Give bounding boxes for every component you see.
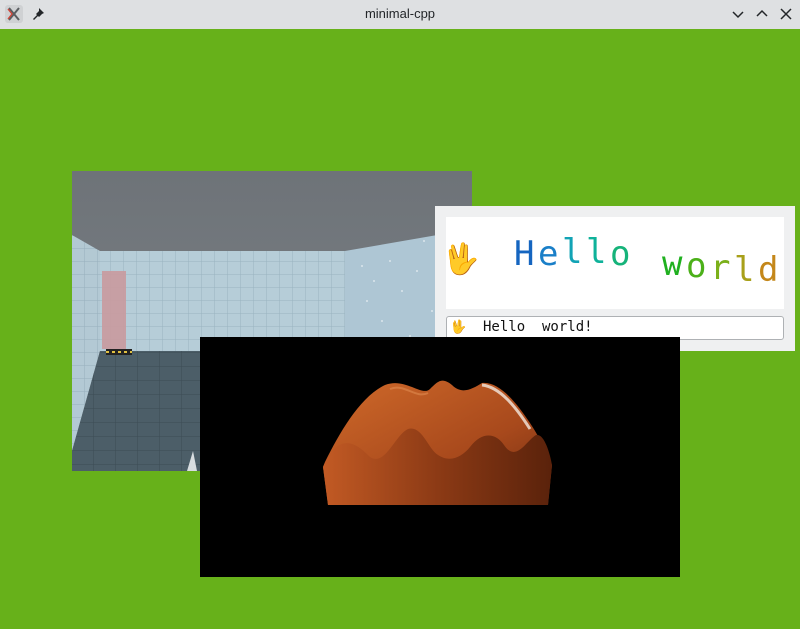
hello-world-panel: 🖖 Helloworld! 🖖 Hello world! <box>435 206 795 351</box>
banner-letter: l <box>586 232 607 272</box>
banner-letter: r <box>710 248 731 288</box>
banner-letter: w <box>662 244 683 284</box>
minimize-button[interactable] <box>730 6 746 22</box>
vulcan-salute-emoji: 🖖 <box>446 242 480 277</box>
surface-3d-view[interactable] <box>200 337 680 577</box>
window-title: minimal-cpp <box>364 6 436 21</box>
banner-letter: d <box>758 250 779 290</box>
banner-letter: ! <box>782 253 784 287</box>
close-button[interactable] <box>778 6 794 22</box>
banner-letter: l <box>734 250 755 290</box>
banner-letter: e <box>538 234 559 274</box>
banner-letter: H <box>514 234 535 274</box>
app-canvas[interactable]: 🖖 Helloworld! 🖖 Hello world! <box>0 29 800 629</box>
vulcan-salute-emoji: 🖖 <box>450 320 467 335</box>
banner-letter: o <box>686 246 707 286</box>
banner-letter: l <box>562 232 583 272</box>
field-text: Hello world! <box>483 319 593 335</box>
hello-world-banner: 🖖 Helloworld! <box>446 217 784 309</box>
maximize-button[interactable] <box>754 6 770 22</box>
title-bar: minimal-cpp <box>0 0 800 30</box>
banner-letter: o <box>610 234 631 274</box>
